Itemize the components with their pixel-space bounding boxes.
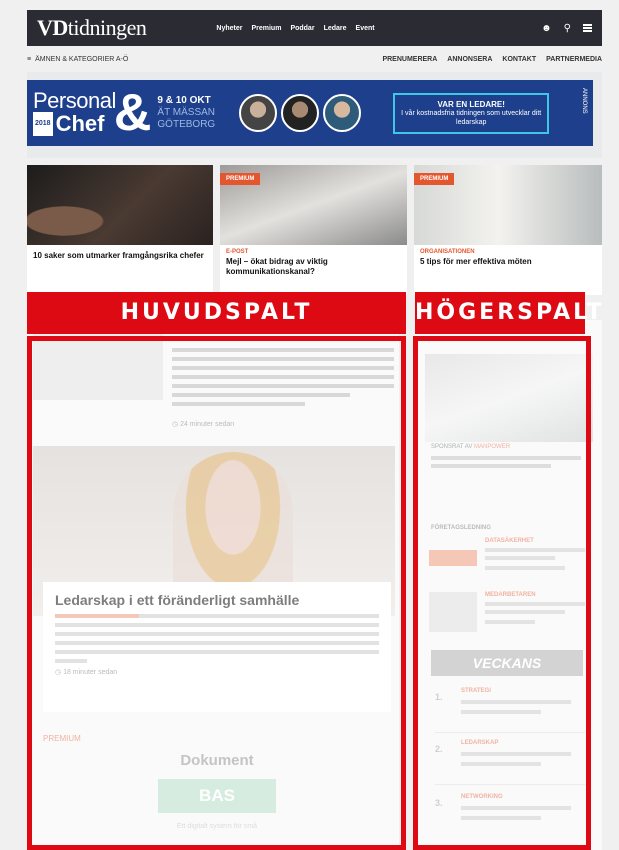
article-title: Mejl – ökat bidrag av viktig kommunikati… [226, 257, 328, 276]
nav-item-poddar[interactable]: Poddar [290, 25, 314, 32]
banner-line2-wrap: 2018 Chef [33, 112, 116, 136]
sub-links: PRENUMERERA ANNONSERA KONTAKT PARTNERMED… [382, 56, 602, 63]
banner-ad[interactable]: Personal 2018 Chef & 9 & 10 OKT ÄT MÄSSA… [27, 80, 593, 146]
premium-badge: PREMIUM [220, 173, 261, 185]
banner-date-line3: GÖTEBORG [157, 119, 216, 130]
list-icon: ≡ [27, 55, 32, 63]
main-column-label: HUVUDSPALT [27, 292, 406, 334]
nav-item-event[interactable]: Event [356, 25, 375, 32]
link-kontakt[interactable]: KONTAKT [502, 56, 536, 63]
banner-ad-area: Personal 2018 Chef & 9 & 10 OKT ÄT MÄSSA… [27, 72, 602, 158]
banner-year-tag: 2018 [33, 112, 53, 136]
link-annonsera[interactable]: ANNONSERA [447, 56, 492, 63]
link-prenumerera[interactable]: PRENUMERERA [382, 56, 437, 63]
right-column-frame [413, 336, 591, 850]
banner-ampersand: & [113, 84, 152, 142]
logo-rest: tidningen [67, 15, 147, 40]
nav-item-ledare[interactable]: Ledare [324, 25, 347, 32]
speaker-photo [323, 94, 362, 132]
article-kicker: ORGANISATIONEN [420, 249, 475, 255]
speaker-photo [239, 94, 278, 132]
article-image [27, 165, 213, 245]
banner-cta[interactable]: VAR EN LEDARE! I vår kostnadsfria tidnin… [393, 92, 550, 134]
article-caption: E-POST Mejl – ökat bidrag av viktig komm… [220, 245, 407, 277]
sub-navigation: ≡ ÄMNEN & KATEGORIER A-Ö PRENUMERERA ANN… [27, 50, 602, 68]
banner-date: 9 & 10 OKT ÄT MÄSSAN GÖTEBORG [157, 95, 215, 131]
search-icon[interactable]: ⚲ [564, 23, 571, 34]
categories-link[interactable]: ≡ ÄMNEN & KATEGORIER A-Ö [27, 56, 128, 63]
article-title: 5 tips för mer effektiva möten [420, 257, 532, 266]
link-partnermedia[interactable]: PARTNERMEDIA [546, 56, 602, 63]
article-kicker: E-POST [226, 249, 249, 255]
main-column-frame [27, 336, 406, 850]
ad-label: ANNONS [581, 88, 587, 114]
article-card[interactable]: 10 saker som utmarker framgångsrika chef… [27, 165, 213, 295]
article-card[interactable]: PREMIUM E-POST Mejl – ökat bidrag av vik… [220, 165, 407, 295]
article-cards: 10 saker som utmarker framgångsrika chef… [27, 165, 602, 295]
main-nav: Nyheter Premium Poddar Ledare Event [216, 25, 374, 32]
banner-date-line1: 9 & 10 OKT [157, 95, 211, 106]
nav-item-premium[interactable]: Premium [251, 25, 281, 32]
banner-line2: Chef [55, 111, 105, 136]
article-caption: 10 saker som utmarker framgångsrika chef… [27, 245, 213, 261]
banner-line1: Personal [33, 88, 116, 113]
premium-badge: PREMIUM [414, 173, 455, 185]
user-icon[interactable]: ☻ [541, 23, 552, 34]
speaker-photo [281, 94, 320, 132]
menu-icon[interactable] [583, 27, 592, 29]
banner-title: Personal 2018 Chef [27, 90, 116, 136]
nav-item-nyheter[interactable]: Nyheter [216, 25, 242, 32]
article-title: 10 saker som utmarker framgångsrika chef… [33, 251, 204, 260]
banner-date-line2: ÄT MÄSSAN [157, 107, 216, 118]
header-icons: ☻ ⚲ [541, 23, 592, 34]
banner-cta-text: I vår kostnadsfria tidningen som utveckl… [401, 109, 542, 126]
logo-bold: VD [37, 15, 68, 40]
top-navigation-bar: VDtidningen Nyheter Premium Poddar Ledar… [27, 10, 602, 46]
right-column-label: HÖGERSPALT [415, 292, 602, 334]
article-card[interactable]: PREMIUM ORGANISATIONEN 5 tips för mer ef… [414, 165, 602, 295]
categories-label: ÄMNEN & KATEGORIER A-Ö [35, 55, 129, 63]
banner-cta-heading: VAR EN LEDARE! [437, 99, 505, 109]
speaker-photos [239, 94, 362, 132]
site-logo[interactable]: VDtidningen [37, 15, 147, 41]
article-caption: ORGANISATIONEN 5 tips för mer effektiva … [414, 245, 602, 267]
